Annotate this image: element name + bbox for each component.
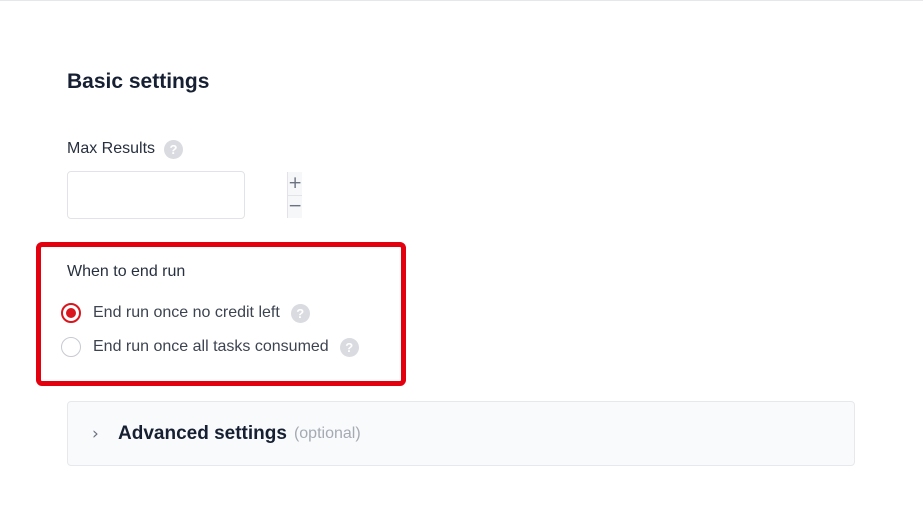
- advanced-settings-panel[interactable]: › Advanced settings (optional): [67, 401, 855, 466]
- radio-button-tasks-consumed[interactable]: [61, 337, 81, 357]
- radio-option-no-credit[interactable]: End run once no credit left ?: [61, 303, 310, 323]
- max-results-label: Max Results: [67, 140, 156, 157]
- max-results-help-icon[interactable]: ?: [164, 139, 184, 159]
- chevron-right-icon: ›: [92, 423, 99, 444]
- radio-label-no-credit: End run once no credit left: [93, 304, 280, 321]
- end-run-group-label: When to end run: [67, 263, 186, 280]
- radio-button-no-credit[interactable]: [61, 303, 81, 323]
- advanced-settings-title: Advanced settings: [118, 422, 287, 444]
- advanced-settings-optional-label: (optional): [293, 424, 361, 442]
- basic-settings-title: Basic settings: [67, 70, 210, 93]
- max-results-label-row: Max Results ?: [67, 139, 184, 159]
- decrement-button[interactable]: −: [288, 194, 303, 218]
- top-divider: [0, 0, 923, 1]
- radio-label-tasks-consumed: End run once all tasks consumed: [93, 338, 329, 355]
- page: Basic settings Max Results ? + − When to…: [0, 0, 923, 530]
- increment-button[interactable]: +: [288, 172, 303, 195]
- radio-option-tasks-consumed[interactable]: End run once all tasks consumed ?: [61, 337, 359, 357]
- no-credit-help-icon[interactable]: ?: [290, 303, 310, 323]
- max-results-input[interactable]: [68, 172, 287, 218]
- max-results-field: + −: [67, 171, 303, 219]
- tasks-consumed-help-icon[interactable]: ?: [339, 337, 359, 357]
- max-results-stepper: + −: [287, 172, 303, 218]
